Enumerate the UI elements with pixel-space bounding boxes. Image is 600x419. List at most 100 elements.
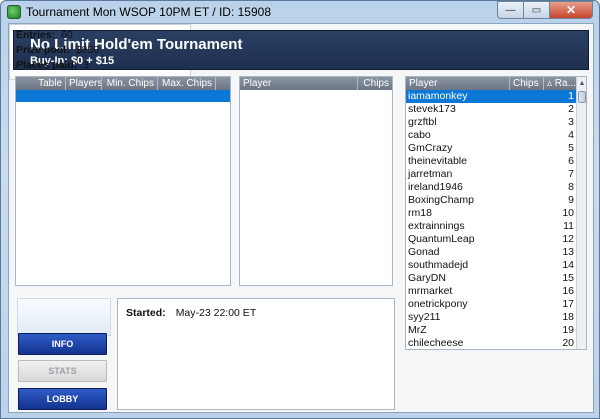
- started-label: Started:: [126, 307, 166, 319]
- selected-table-row[interactable]: [16, 90, 230, 102]
- player-row[interactable]: theinevitable 6: [406, 155, 576, 168]
- scroll-thumb[interactable]: [578, 91, 586, 103]
- col-player-chips[interactable]: Chips: [510, 77, 544, 90]
- player-rank: 9: [568, 194, 574, 206]
- player-row[interactable]: syy211 18: [406, 311, 576, 324]
- player-name: GaryDN: [408, 272, 446, 284]
- player-rank: 8: [568, 181, 574, 193]
- window-title: Tournament Mon WSOP 10PM ET / ID: 15908: [26, 5, 272, 19]
- player-name: Gonad: [408, 246, 440, 258]
- player-row[interactable]: stevek173 2: [406, 103, 576, 116]
- player-rank: 14: [562, 259, 574, 271]
- tables-list[interactable]: Table Players Min. Chips Max. Chips: [15, 76, 231, 286]
- player-rank: 16: [562, 285, 574, 297]
- maximize-button[interactable]: ▭: [523, 1, 549, 19]
- title-bar[interactable]: Tournament Mon WSOP 10PM ET / ID: 15908 …: [1, 1, 599, 23]
- col-max-chips[interactable]: Max. Chips: [158, 77, 216, 90]
- minimize-button[interactable]: —: [497, 1, 523, 19]
- player-name: iamamonkey: [408, 90, 468, 102]
- player-name: syy211: [408, 311, 441, 323]
- player-row[interactable]: GaryDN 15: [406, 272, 576, 285]
- col-player-name[interactable]: Player: [406, 77, 510, 90]
- player-name: jarretman: [408, 168, 453, 180]
- places-paid-label: Places paid:: [16, 59, 78, 71]
- close-button[interactable]: ✕: [549, 1, 593, 19]
- places-paid-line: Places paid: 3: [16, 59, 89, 71]
- tables-column-header: Table Players Min. Chips Max. Chips: [16, 77, 230, 90]
- scroll-up-arrow-icon[interactable]: ▲: [577, 77, 586, 90]
- info-button[interactable]: INFO: [18, 333, 107, 355]
- col-player-rank[interactable]: ▵ Ra...: [544, 77, 578, 90]
- player-name: cabo: [408, 129, 431, 141]
- started-value: May-23 22:00 ET: [175, 307, 257, 319]
- player-row[interactable]: chilecheese 20: [406, 337, 576, 349]
- player-name: GmCrazy: [408, 142, 453, 154]
- player-list-scrollbar[interactable]: ▲: [576, 77, 586, 349]
- player-row[interactable]: rm18 10: [406, 207, 576, 220]
- player-name: onetrickpony: [408, 298, 468, 310]
- player-name: theinevitable: [408, 155, 467, 167]
- player-name: chilecheese: [408, 337, 464, 349]
- player-rows: iamamonkey 1 stevek173 2 grzftbl 3 cabo 4 GmCraz…: [406, 90, 576, 349]
- poker-app-icon: [7, 5, 21, 19]
- table-players-column-header: Player Chips: [240, 77, 392, 90]
- col-table[interactable]: Table: [16, 77, 66, 90]
- player-name: QuantumLeap: [408, 233, 475, 245]
- player-rank: 18: [562, 311, 574, 323]
- tournament-player-list[interactable]: Player Chips ▵ Ra... iamamonkey 1 stevek17…: [405, 76, 587, 350]
- player-rank: 12: [562, 233, 574, 245]
- client-area: No Limit Hold'em Tournament Buy-In: $0 +…: [8, 23, 594, 413]
- player-row[interactable]: ireland1946 8: [406, 181, 576, 194]
- entries-value: 60: [61, 29, 73, 41]
- site-logo-area: [17, 298, 111, 336]
- player-rank: 4: [568, 129, 574, 141]
- table-players-list[interactable]: Player Chips: [239, 76, 393, 286]
- player-row[interactable]: iamamonkey 1: [406, 90, 576, 103]
- stats-button[interactable]: STATS: [18, 360, 107, 382]
- places-paid-value: 3: [83, 59, 90, 71]
- player-row[interactable]: cabo 4: [406, 129, 576, 142]
- player-name: rm18: [408, 207, 432, 219]
- player-row[interactable]: southmadejd 14: [406, 259, 576, 272]
- player-rank: 2: [568, 103, 574, 115]
- player-row[interactable]: QuantumLeap 12: [406, 233, 576, 246]
- player-name: ireland1946: [408, 181, 463, 193]
- player-rank: 5: [568, 142, 574, 154]
- tournament-info-panel: Started: May-23 22:00 ET: [117, 298, 395, 410]
- col-players[interactable]: Players: [66, 77, 102, 90]
- player-rank: 20: [562, 337, 574, 349]
- player-rank: 1: [568, 90, 574, 102]
- player-list-column-header: Player Chips ▵ Ra...: [406, 77, 578, 90]
- player-rank: 13: [562, 246, 574, 258]
- prize-pool-line: Prize pool: $850: [16, 44, 99, 56]
- lobby-button[interactable]: LOBBY: [18, 388, 107, 410]
- player-rank: 17: [562, 298, 574, 310]
- player-name: mrmarket: [408, 285, 453, 297]
- player-rank: 6: [568, 155, 574, 167]
- player-row[interactable]: BoxingChamp 9: [406, 194, 576, 207]
- started-line: Started: May-23 22:00 ET: [126, 307, 256, 319]
- player-row[interactable]: mrmarket 16: [406, 285, 576, 298]
- player-row[interactable]: onetrickpony 17: [406, 298, 576, 311]
- window-controls: — ▭ ✕: [497, 1, 593, 19]
- player-rank: 11: [563, 220, 574, 232]
- player-name: MrZ: [408, 324, 427, 336]
- tournament-window: Tournament Mon WSOP 10PM ET / ID: 15908 …: [0, 0, 600, 419]
- player-rank: 10: [562, 207, 574, 219]
- entries-label: Entries:: [16, 29, 56, 41]
- player-row[interactable]: GmCrazy 5: [406, 142, 576, 155]
- col-chips[interactable]: Chips: [358, 77, 392, 90]
- player-name: BoxingChamp: [408, 194, 474, 206]
- player-row[interactable]: jarretman 7: [406, 168, 576, 181]
- player-name: grzftbl: [408, 116, 437, 128]
- player-row[interactable]: MrZ 19: [406, 324, 576, 337]
- prize-pool-value: $850: [75, 44, 100, 56]
- col-player[interactable]: Player: [240, 77, 358, 90]
- col-min-chips[interactable]: Min. Chips: [102, 77, 158, 90]
- player-name: southmadejd: [408, 259, 469, 271]
- prize-pool-label: Prize pool:: [16, 44, 70, 56]
- player-row[interactable]: grzftbl 3: [406, 116, 576, 129]
- tournament-header: No Limit Hold'em Tournament Buy-In: $0 +…: [13, 30, 589, 70]
- player-row[interactable]: Gonad 13: [406, 246, 576, 259]
- player-row[interactable]: extrainnings 11: [406, 220, 576, 233]
